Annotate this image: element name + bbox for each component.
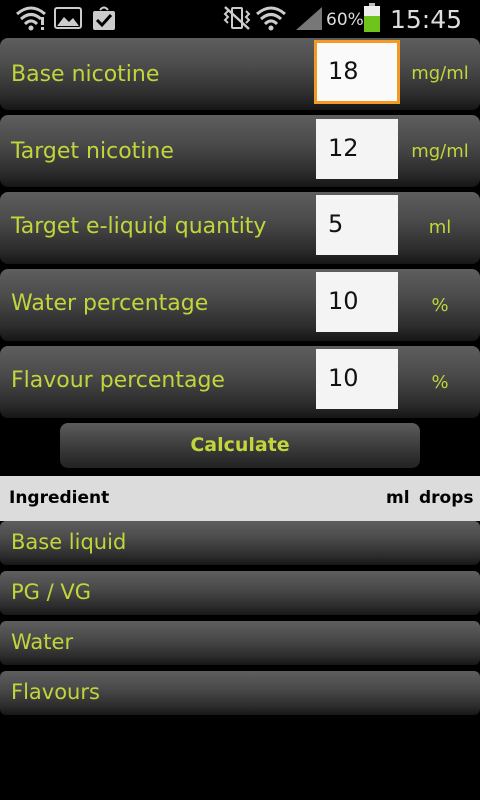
base-nicotine-unit: mg/ml [411, 63, 469, 84]
base-nicotine-row: Base nicotine 18 mg/ml [0, 38, 480, 110]
flavour-percentage-label: Flavour percentage [11, 368, 225, 393]
battery-percent: 60% [326, 10, 364, 30]
wifi-signal-icon [256, 4, 286, 32]
result-row-water: Water [0, 621, 480, 665]
water-percentage-unit: % [431, 295, 449, 316]
result-label: Flavours [11, 680, 100, 704]
base-nicotine-label: Base nicotine [11, 62, 160, 87]
water-percentage-row: Water percentage 10 % [0, 269, 480, 341]
target-quantity-unit: ml [428, 217, 452, 238]
wifi-alert-icon [14, 4, 48, 32]
water-percentage-label: Water percentage [11, 291, 209, 316]
target-quantity-input[interactable]: 5 [316, 195, 398, 255]
task-done-icon [90, 4, 118, 32]
results-header: Ingredient ml drops [0, 476, 480, 521]
drops-header: drops [419, 488, 474, 508]
battery-icon [362, 3, 382, 32]
clock: 15:45 [390, 5, 463, 34]
status-bar: 60% 15:45 [0, 0, 480, 36]
flavour-percentage-row: Flavour percentage 10 % [0, 346, 480, 418]
result-label: Water [11, 630, 74, 654]
target-quantity-row: Target e-liquid quantity 5 ml [0, 192, 480, 264]
ingredient-header: Ingredient [9, 488, 110, 508]
flavour-percentage-unit: % [431, 372, 449, 393]
result-row-pg-vg: PG / VG [0, 571, 480, 615]
water-percentage-input[interactable]: 10 [316, 272, 398, 332]
calculate-button[interactable]: Calculate [60, 423, 420, 468]
target-quantity-label: Target e-liquid quantity [11, 214, 267, 239]
result-label: PG / VG [11, 580, 92, 604]
flavour-percentage-input[interactable]: 10 [316, 349, 398, 409]
result-row-flavours: Flavours [0, 671, 480, 715]
target-nicotine-input[interactable]: 12 [316, 119, 398, 179]
cell-signal-icon [294, 4, 324, 32]
target-nicotine-row: Target nicotine 12 mg/ml [0, 115, 480, 187]
vibrate-mute-icon [222, 4, 252, 32]
result-row-base-liquid: Base liquid [0, 521, 480, 565]
gallery-icon [54, 4, 82, 32]
ml-header: ml [386, 488, 410, 508]
target-nicotine-unit: mg/ml [411, 141, 469, 162]
result-label: Base liquid [11, 530, 127, 554]
target-nicotine-label: Target nicotine [11, 139, 174, 164]
base-nicotine-input[interactable]: 18 [314, 40, 400, 104]
